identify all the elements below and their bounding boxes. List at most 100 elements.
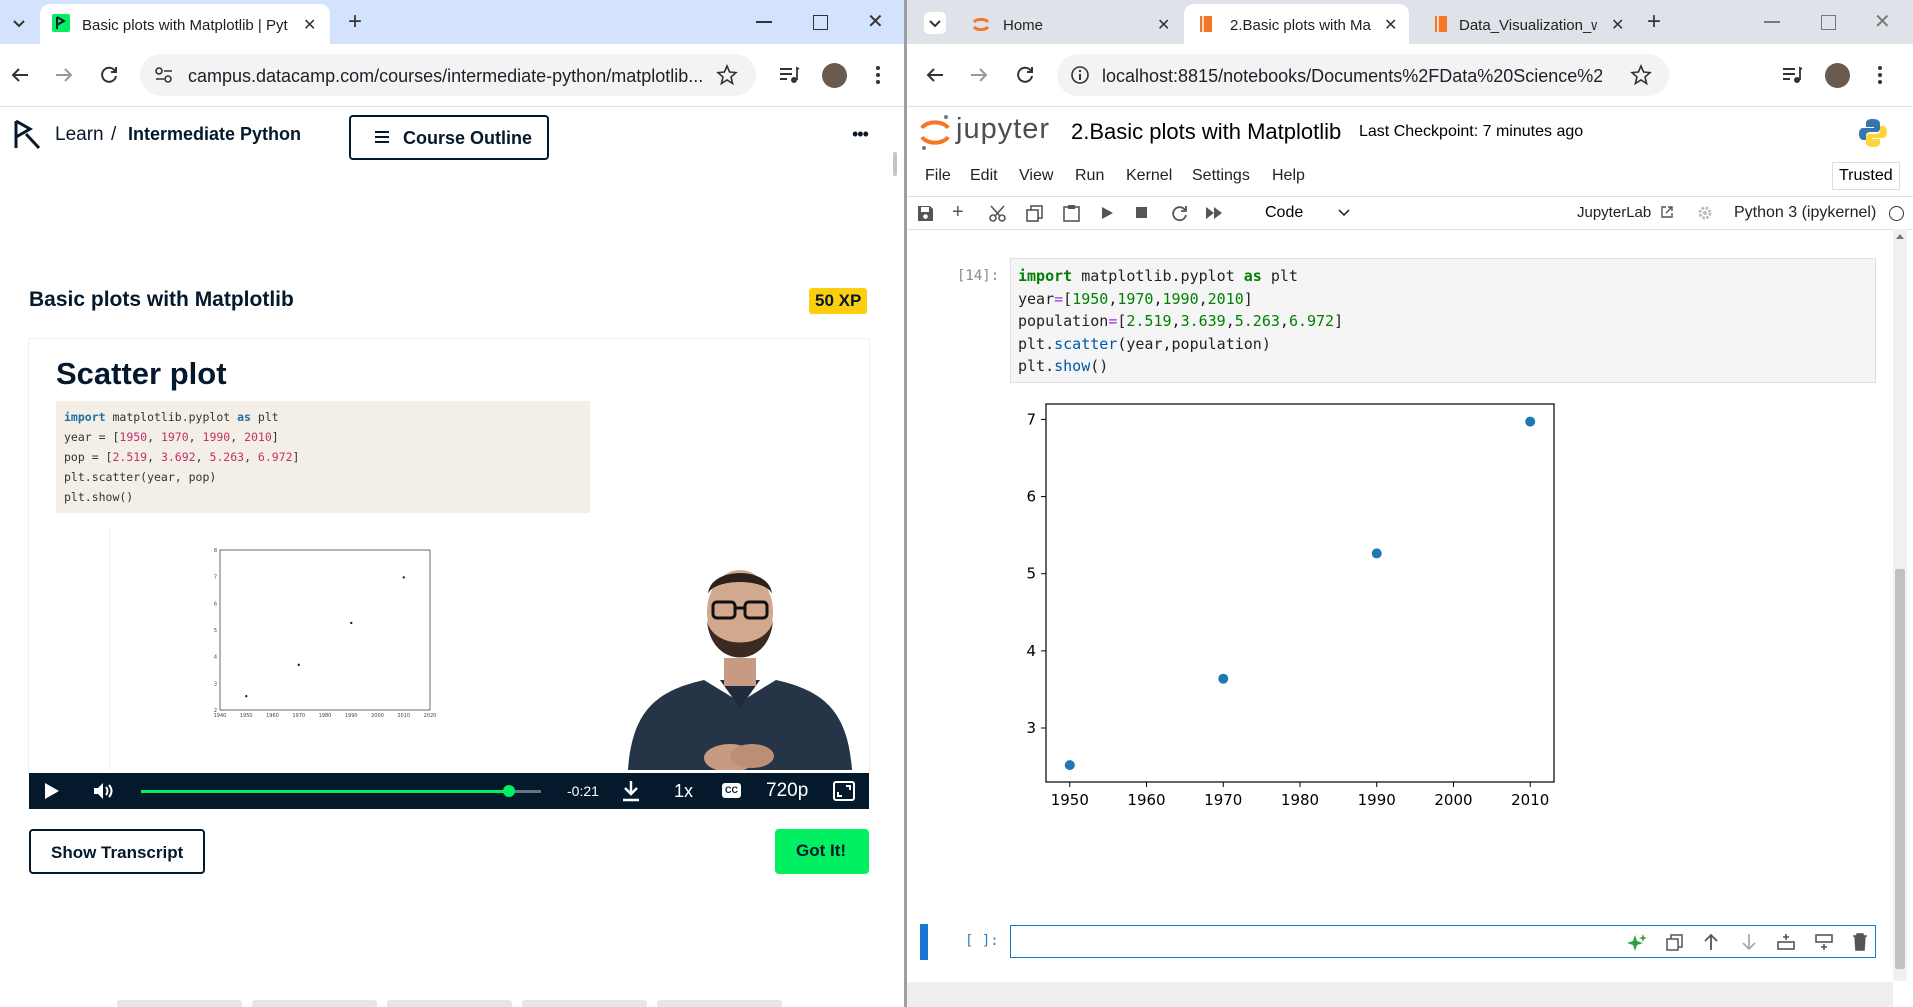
window-close-icon[interactable]: ✕ (867, 9, 884, 34)
captions-icon[interactable]: CC (722, 783, 741, 798)
scroll-up-icon[interactable] (1896, 233, 1904, 239)
jupyterlab-link[interactable]: JupyterLab (1577, 204, 1674, 222)
minimize-icon[interactable] (1764, 21, 1780, 23)
save-icon[interactable] (917, 205, 934, 222)
kernel-name[interactable]: Python 3 (ipykernel) (1734, 204, 1876, 222)
cell-type-select[interactable]: Code (1257, 197, 1357, 229)
volume-icon[interactable] (93, 782, 115, 800)
profile-avatar[interactable] (822, 63, 847, 88)
scrollbar-thumb[interactable] (1895, 569, 1905, 969)
url-text[interactable]: localhost:8815/notebooks/Documents%2FDat… (1102, 66, 1602, 87)
code-line: pop = [2.519, 3.692, 5.263, 6.972] (64, 450, 300, 464)
menu-settings[interactable]: Settings (1192, 167, 1250, 185)
menu-kernel[interactable]: Kernel (1126, 167, 1172, 185)
forward-icon[interactable] (53, 64, 75, 86)
maximize-icon[interactable] (1821, 15, 1836, 30)
mini-y-tick-label: 3 (214, 681, 217, 687)
insert-above-icon[interactable] (1776, 933, 1796, 951)
code-cell-14[interactable]: import matplotlib.pyplot as plt year=[19… (1010, 258, 1876, 383)
maximize-icon[interactable] (813, 15, 828, 30)
code-number: 5.263 (209, 450, 245, 464)
bookmark-star-icon[interactable] (716, 64, 738, 86)
slide-mini-chart: 1940 1950 1960 1970 1980 1990 2000 2010 20202345… (214, 548, 437, 719)
menu-view[interactable]: View (1019, 167, 1053, 185)
empty-code-cell[interactable] (1010, 925, 1876, 958)
menu-file[interactable]: File (925, 167, 951, 185)
right-address-bar[interactable]: localhost:8815/notebooks/Documents%2FDat… (1057, 54, 1669, 96)
code-text: plt (1261, 267, 1298, 285)
got-it-button[interactable]: Got It! (775, 829, 869, 874)
breadcrumb-course[interactable]: Intermediate Python (128, 124, 301, 145)
paste-icon[interactable] (1063, 204, 1080, 222)
new-tab-button[interactable]: + (348, 8, 362, 36)
restart-icon[interactable] (1171, 205, 1188, 222)
cut-icon[interactable] (989, 205, 1006, 222)
menu-edit[interactable]: Edit (970, 167, 998, 185)
close-icon[interactable]: ✕ (1384, 15, 1397, 35)
code-number: 1950 (1072, 289, 1109, 308)
close-icon[interactable]: ✕ (1157, 15, 1170, 35)
forward-icon[interactable] (968, 64, 990, 86)
delete-cell-icon[interactable] (1852, 933, 1868, 951)
code-number: 2010 (244, 430, 272, 444)
mini-y-tick-label: 6 (214, 601, 217, 607)
quality-selector[interactable]: 720p (766, 780, 808, 802)
media-control-icon[interactable] (778, 64, 800, 86)
datacamp-logo-icon[interactable] (12, 118, 42, 152)
reload-icon[interactable] (1014, 64, 1036, 86)
move-down-icon[interactable] (1740, 933, 1758, 951)
playback-speed[interactable]: 1x (674, 781, 693, 802)
info-icon[interactable] (1070, 65, 1090, 85)
profile-avatar[interactable] (1825, 63, 1850, 88)
menu-help[interactable]: Help (1272, 167, 1305, 185)
download-icon[interactable] (621, 780, 641, 802)
scrollbar[interactable] (893, 152, 897, 176)
sparkle-icon[interactable] (1626, 933, 1648, 953)
fullscreen-icon[interactable] (833, 781, 855, 801)
insert-below-icon[interactable] (1814, 933, 1834, 951)
tab-home[interactable]: Home ✕ (957, 4, 1172, 44)
window-close-icon[interactable]: ✕ (1874, 9, 1891, 34)
tab-data-visualization[interactable]: Data_Visualization_w ✕ (1419, 4, 1639, 44)
minimize-icon[interactable] (756, 21, 772, 23)
back-icon[interactable] (9, 64, 31, 86)
close-icon[interactable]: ✕ (1611, 15, 1624, 35)
close-icon[interactable]: ✕ (303, 15, 316, 35)
stop-icon[interactable] (1136, 207, 1147, 218)
bookmark-star-icon[interactable] (1630, 64, 1652, 86)
more-options-icon[interactable]: ••• (852, 124, 869, 145)
trusted-indicator[interactable]: Trusted (1832, 162, 1900, 190)
kernel-settings-icon[interactable] (1697, 205, 1713, 221)
tab-notebook[interactable]: 2.Basic plots with Ma ✕ (1184, 4, 1409, 44)
jupyter-logo[interactable]: jupyter (918, 112, 1058, 152)
run-icon[interactable] (1100, 206, 1114, 220)
show-transcript-button[interactable]: Show Transcript (29, 829, 205, 874)
duplicate-cell-icon[interactable] (1666, 934, 1684, 952)
notebook-scrollbar[interactable] (1893, 229, 1907, 981)
course-outline-button[interactable]: Course Outline (349, 115, 549, 160)
back-icon[interactable] (924, 64, 946, 86)
tab-search-button[interactable] (924, 12, 946, 34)
progress-track[interactable] (141, 785, 541, 797)
progress-handle[interactable] (503, 785, 515, 797)
tab-datacamp[interactable]: Basic plots with Matplotlib | Pyt ✕ (40, 4, 330, 44)
code-keyword: as (237, 410, 251, 424)
new-tab-button[interactable]: + (1647, 8, 1661, 36)
url-text[interactable]: campus.datacamp.com/courses/intermediate… (188, 66, 708, 87)
menu-run[interactable]: Run (1075, 167, 1104, 185)
tab-search-button[interactable] (8, 12, 30, 34)
add-cell-icon[interactable]: + (952, 201, 964, 224)
site-settings-icon[interactable] (154, 66, 174, 84)
notebook-title[interactable]: 2.Basic plots with Matplotlib (1071, 119, 1341, 145)
play-icon[interactable] (44, 782, 60, 800)
code-text: population (1018, 312, 1109, 330)
breadcrumb-learn[interactable]: Learn (55, 124, 104, 146)
left-address-bar[interactable]: campus.datacamp.com/courses/intermediate… (140, 54, 756, 96)
reload-icon[interactable] (98, 64, 120, 86)
browser-menu-icon[interactable] (1877, 64, 1883, 86)
copy-icon[interactable] (1026, 205, 1043, 222)
media-control-icon[interactable] (1781, 64, 1803, 86)
move-up-icon[interactable] (1702, 933, 1720, 951)
browser-menu-icon[interactable] (875, 64, 881, 86)
restart-run-all-icon[interactable] (1205, 206, 1223, 220)
